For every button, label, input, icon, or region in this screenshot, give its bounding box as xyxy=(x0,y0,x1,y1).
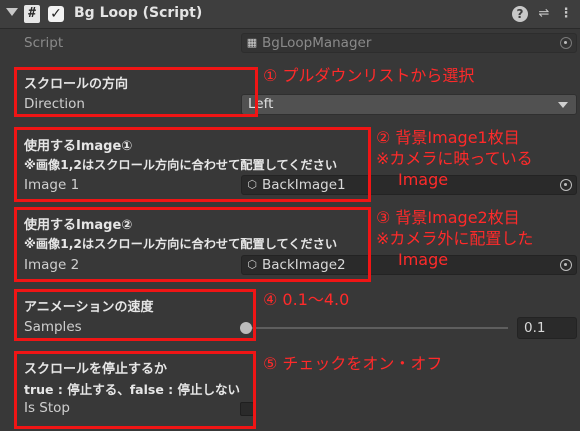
script-field: ▦ BgLoopManager xyxy=(241,33,577,53)
annotation-2-line2: ※カメラに映っている xyxy=(376,149,533,168)
annotation-5-text: ⑤ チェックをオン・オフ xyxy=(263,354,443,373)
script-icon: # xyxy=(24,5,40,23)
help-icon[interactable]: ? xyxy=(512,6,528,22)
object-picker-icon xyxy=(560,37,572,49)
script-asset-icon: ▦ xyxy=(246,36,258,49)
presets-icon[interactable]: ⇌ xyxy=(536,6,552,22)
annotation-3-line1: ③ 背景Image2枚目 xyxy=(376,208,520,227)
annotation-3-line2: ※カメラ外に配置した xyxy=(376,229,534,248)
foldout-arrow-icon[interactable] xyxy=(6,8,18,16)
annotation-box-direction xyxy=(14,67,258,117)
object-picker-icon[interactable] xyxy=(560,259,572,271)
component-title: Bg Loop (Script) xyxy=(74,5,203,21)
annotation-3-line3: Image xyxy=(398,250,449,269)
annotation-box-is-stop xyxy=(14,351,256,429)
annotation-4-text: ④ 0.1～4.0 xyxy=(263,290,350,309)
samples-slider-track[interactable] xyxy=(245,327,508,329)
direction-dropdown[interactable]: Left xyxy=(241,94,577,115)
object-picker-icon[interactable] xyxy=(560,179,572,191)
script-label: Script xyxy=(24,35,64,51)
script-field-value: BgLoopManager xyxy=(262,35,372,51)
annotation-box-samples xyxy=(14,289,256,341)
chevron-down-icon xyxy=(558,102,568,108)
annotation-2-line3: Image xyxy=(398,170,449,189)
annotation-box-image2 xyxy=(14,207,371,282)
context-menu-icon[interactable]: ⋮ xyxy=(558,6,574,22)
samples-number-field[interactable]: 0.1 xyxy=(517,317,577,339)
samples-value: 0.1 xyxy=(524,320,546,336)
annotation-2-line1: ② 背景Image1枚目 xyxy=(376,128,520,147)
annotation-1-text: ① プルダウンリストから選択 xyxy=(263,66,475,85)
annotation-box-image1 xyxy=(14,127,371,202)
component-header: # ✓ Bg Loop (Script) ? ⇌ ⋮ xyxy=(0,0,580,29)
enable-checkbox[interactable]: ✓ xyxy=(48,6,64,22)
